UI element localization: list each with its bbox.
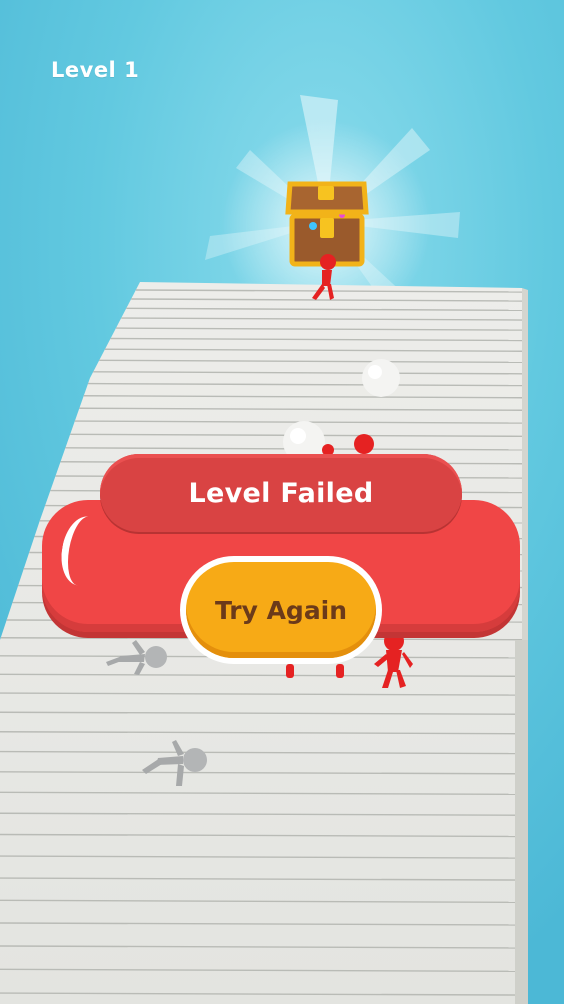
try-again-button[interactable]: Try Again <box>180 556 382 664</box>
treasure-chest <box>285 181 369 267</box>
try-again-label: Try Again <box>214 595 348 625</box>
level-indicator: Level 1 <box>51 58 140 82</box>
level-failed-dialog: Level Failed Try Again <box>38 452 524 664</box>
dialog-header: Level Failed <box>100 454 462 532</box>
dialog-title: Level Failed <box>188 477 374 509</box>
try-again-button-face: Try Again <box>186 562 376 658</box>
